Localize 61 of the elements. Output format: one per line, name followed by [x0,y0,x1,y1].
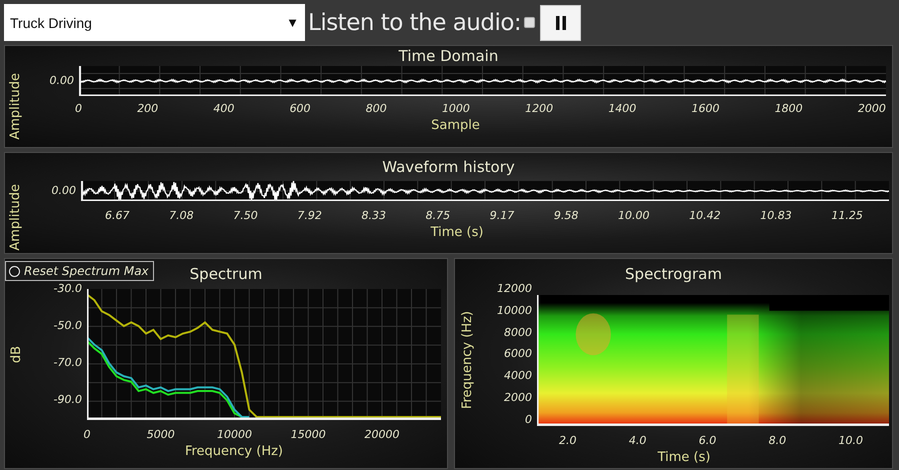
axis-tick-label: -50.0 [54,320,82,332]
axis-tick-label: 10.0 [838,435,863,447]
axis-title: dB [8,346,24,364]
axis-tick-label: 4.0 [628,435,646,447]
axis-tick-label: 6.0 [698,435,716,447]
axis-tick-label: 12000 [497,283,532,295]
axis-tick-label: 20000 [364,429,400,441]
axis-title: Frequency (Hz) [184,444,284,459]
axis-tick-label: 10.83 [760,210,792,222]
axis-tick-label: 1000 [442,103,470,115]
axis-tick-label: 0 [525,414,532,426]
reset-spectrum-max-button[interactable]: Reset Spectrum Max [5,261,154,281]
axis-title: Time (s) [430,225,484,240]
axis-tick-label: 10.42 [689,210,721,222]
chart-title: Time Domain [398,47,498,65]
axis-title: Time (s) [658,450,710,465]
axis-tick-label: 1400 [608,103,636,115]
axis-tick-label: 9.17 [490,210,514,222]
axis-tick-label: 2.0 [559,435,576,447]
chart-title: Waveform history [382,158,515,176]
axis-tick-label: 10000 [497,304,532,317]
axis-tick-label: 7.92 [297,210,322,222]
axis-tick-label: 6000 [504,348,532,360]
axis-tick-label: 600 [290,103,311,115]
axis-tick-label: 0.00 [52,185,76,197]
axis-title: Frequency (Hz) [460,311,474,410]
axis-tick-label: 8.0 [768,435,786,447]
axis-tick-label: 4000 [504,370,532,382]
axis-tick-label: 5000 [146,429,175,441]
axis-tick-label: 1800 [774,103,803,115]
axis-tick-label: 0 [84,429,90,441]
axis-tick-label: 2000 [504,392,532,404]
listen-label: Listen to the audio: [308,10,522,36]
axis-tick-label: 6.67 [105,210,130,222]
axis-tick-label: 8000 [504,326,532,339]
axis-title: Sample [431,118,480,133]
axis-tick-label: -70.0 [54,357,82,370]
axis-tick-label: 0.00 [50,75,74,87]
axis-title: Amplitude [8,184,22,250]
axis-tick-label: -30.0 [54,283,82,295]
axis-tick-label: 200 [137,103,158,115]
axis-title: Amplitude [8,73,22,140]
axis-tick-label: 10.00 [618,210,650,222]
axis-tick-label: 400 [213,103,234,115]
axis-tick-label: -90.0 [54,394,82,406]
axis-tick-label: 8.33 [362,210,386,222]
axis-tick-label: 0 [75,103,82,115]
axis-tick-label: 1200 [525,103,554,115]
axis-tick-label: 7.50 [233,210,258,222]
axis-tick-label: 9.58 [554,210,578,222]
axis-tick-label: 15000 [290,429,326,441]
source-dropdown[interactable]: Truck Driving ▼ [4,4,305,41]
axis-tick-label: 7.08 [169,210,194,222]
axis-tick-label: 1600 [692,103,720,115]
axis-tick-label: 11.25 [831,210,863,222]
chart-title: Spectrogram [625,265,722,283]
axis-tick-label: 10000 [217,429,252,441]
axis-tick-label: 800 [366,103,387,115]
chart-title: Spectrum [190,265,262,283]
axis-tick-label: 2000 [858,103,886,115]
axis-tick-label: 8.75 [426,210,450,222]
